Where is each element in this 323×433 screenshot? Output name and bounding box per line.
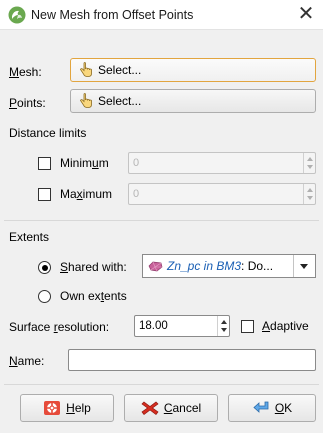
help-button[interactable]: Help	[20, 394, 114, 422]
own-extents-label-b: ents	[104, 289, 127, 303]
separator	[4, 220, 319, 221]
mesh-shape-icon	[148, 261, 163, 271]
separator	[4, 384, 319, 385]
points-label-accel: P	[9, 96, 18, 110]
title-bar: New Mesh from Offset Points ✕	[0, 0, 323, 30]
mesh-label-accel: M	[9, 65, 19, 79]
ok-label-accel: O	[274, 401, 285, 415]
own-extents-label-a: Own ex	[60, 289, 101, 303]
shared-object-rest: : Do...	[241, 259, 274, 273]
name-input[interactable]	[68, 349, 316, 371]
shared-with-label: Shared with:	[60, 260, 127, 274]
minimum-label-b: m	[98, 156, 109, 170]
minimum-label-a: Minim	[60, 156, 92, 170]
distance-limits-heading: Distance limits	[9, 126, 87, 140]
points-label: Points:	[9, 96, 46, 110]
surface-resolution-label: Surface resolution:	[9, 320, 109, 334]
chevron-down-icon[interactable]	[293, 255, 315, 277]
name-label: Name:	[9, 354, 44, 368]
own-extents-radio[interactable]	[38, 290, 51, 303]
name-label-accel: N	[9, 354, 18, 368]
hand-pointer-icon	[80, 93, 92, 108]
maximum-label: Maximum	[60, 187, 112, 201]
mesh-select-label: Select...	[98, 63, 142, 77]
cancel-label-rest: ancel	[172, 401, 202, 415]
shared-with-radio[interactable]	[38, 261, 51, 274]
maximum-spin-arrows[interactable]	[303, 184, 315, 204]
name-label-rest: ame:	[17, 354, 45, 368]
shared-object-name: Zn_pc in BM3	[167, 259, 242, 273]
close-icon[interactable]: ✕	[295, 3, 317, 25]
shared-with-combo-value: Zn_pc in BM3: Do...	[143, 259, 293, 273]
points-select-label: Select...	[98, 94, 142, 108]
mesh-label: Mesh:	[9, 65, 42, 79]
maximum-spinbox[interactable]: 0	[128, 183, 316, 205]
spin-down-icon	[307, 196, 313, 200]
shared-with-label-accel: S	[60, 260, 69, 274]
adaptive-label-rest: daptive	[270, 319, 309, 333]
shared-with-combo[interactable]: Zn_pc in BM3: Do...	[142, 254, 316, 278]
maximum-value: 0	[133, 188, 140, 200]
ok-button[interactable]: OK	[228, 394, 316, 422]
minimum-spinbox[interactable]: 0	[128, 152, 316, 174]
ok-arrow-icon	[253, 401, 269, 413]
help-label: Help	[66, 401, 91, 415]
shared-with-label-rest: hared with:	[68, 260, 127, 274]
ok-label: OK	[275, 401, 292, 415]
cancel-button[interactable]: Cancel	[124, 394, 218, 422]
minimum-label: Minimum	[60, 156, 109, 170]
spin-up-icon	[221, 320, 227, 324]
spin-up-icon	[307, 188, 313, 192]
ok-label-rest: K	[284, 401, 293, 415]
spin-up-icon	[307, 157, 313, 161]
mesh-label-rest: esh:	[19, 65, 42, 79]
extents-heading: Extents	[9, 230, 50, 244]
minimum-spin-arrows[interactable]	[303, 153, 315, 173]
surface-spin-arrows[interactable]	[217, 316, 229, 336]
maximum-label-a: Ma	[60, 187, 77, 201]
adaptive-label-accel: A	[262, 319, 271, 333]
help-label-rest: elp	[74, 401, 91, 415]
window-title: New Mesh from Offset Points	[31, 8, 194, 22]
surface-label-b: esolution:	[57, 320, 110, 334]
adaptive-checkbox[interactable]	[241, 320, 254, 333]
surface-label-a: Surface	[9, 320, 54, 334]
cancel-label: Cancel	[164, 401, 201, 415]
surface-resolution-value: 18.00	[139, 320, 168, 332]
own-extents-label: Own extents	[60, 289, 127, 303]
help-label-accel: H	[66, 401, 75, 415]
points-select-button[interactable]: Select...	[70, 89, 316, 113]
help-lifebuoy-icon	[44, 401, 61, 415]
minimum-label-accel: u	[92, 156, 99, 170]
hand-pointer-icon	[80, 62, 92, 77]
spin-down-icon	[307, 165, 313, 169]
minimum-value: 0	[133, 157, 140, 169]
cancel-x-icon	[141, 401, 159, 415]
adaptive-label: Adaptive	[262, 319, 309, 333]
maximum-checkbox[interactable]	[38, 188, 51, 201]
surface-resolution-spinbox[interactable]: 18.00	[134, 315, 230, 337]
minimum-checkbox[interactable]	[38, 157, 51, 170]
spin-down-icon	[221, 328, 227, 332]
points-label-rest: oints:	[17, 96, 46, 110]
mesh-select-button[interactable]: Select...	[70, 58, 316, 82]
maximum-label-b: imum	[82, 187, 113, 201]
app-icon	[8, 6, 26, 24]
